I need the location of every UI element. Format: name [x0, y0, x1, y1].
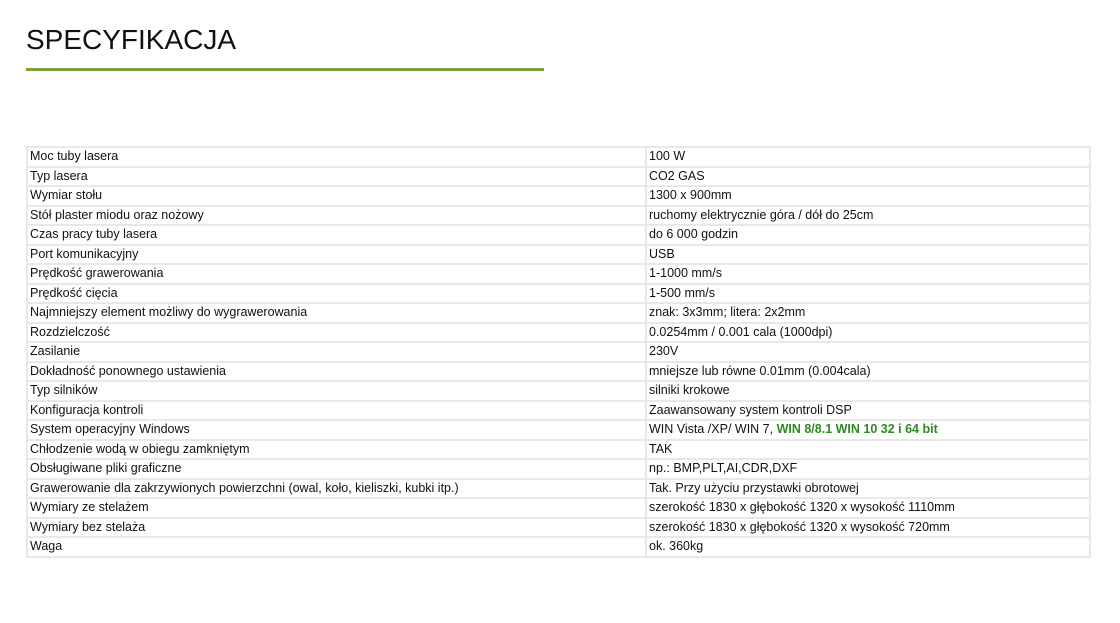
spec-table: Moc tuby lasera 100 W Typ lasera CO2 GAS Wym…	[26, 146, 1091, 558]
spec-label: Dokładność ponownego ustawienia	[26, 360, 647, 382]
spec-value: CO2 GAS	[649, 168, 705, 183]
spec-value-cell: USB	[645, 243, 1091, 265]
spec-value: znak: 3x3mm; litera: 2x2mm	[649, 305, 806, 320]
table-row: Czas pracy tuby lasera do 6 000 godzin	[26, 224, 1091, 246]
spec-value: mniejsze lub równe 0.01mm (0.004cala)	[649, 363, 871, 378]
spec-value-cell: np.: BMP,PLT,AI,CDR,DXF	[645, 458, 1091, 480]
table-row: Typ silników silniki krokowe	[26, 380, 1091, 402]
spec-value-cell: szerokość 1830 x głębokość 1320 x wysoko…	[645, 516, 1091, 538]
table-row: Zasilanie 230V	[26, 341, 1091, 363]
title-underline	[26, 68, 544, 71]
table-row: Typ lasera CO2 GAS	[26, 165, 1091, 187]
spec-label: Typ lasera	[26, 165, 647, 187]
spec-value-cell: szerokość 1830 x głębokość 1320 x wysoko…	[645, 497, 1091, 519]
spec-label: Prędkość cięcia	[26, 282, 647, 304]
table-row: System operacyjny Windows WIN Vista /XP/ …	[26, 419, 1091, 441]
table-row: Dokładność ponownego ustawienia mniejsze …	[26, 360, 1091, 382]
table-row: Obsługiwane pliki graficzne np.: BMP,PLT,…	[26, 458, 1091, 480]
table-row: Konfiguracja kontroli Zaawansowany system…	[26, 399, 1091, 421]
spec-label: Wymiary ze stelażem	[26, 497, 647, 519]
spec-value: 1-500 mm/s	[649, 285, 715, 300]
table-row: Prędkość grawerowania 1-1000 mm/s	[26, 263, 1091, 285]
spec-value-cell: mniejsze lub równe 0.01mm (0.004cala)	[645, 360, 1091, 382]
spec-label: Obsługiwane pliki graficzne	[26, 458, 647, 480]
spec-label: Stół plaster miodu oraz nożowy	[26, 204, 647, 226]
spec-value: do 6 000 godzin	[649, 227, 738, 242]
table-row: Prędkość cięcia 1-500 mm/s	[26, 282, 1091, 304]
spec-label: Chłodzenie wodą w obiegu zamkniętym	[26, 438, 647, 460]
spec-value: ruchomy elektrycznie góra / dół do 25cm	[649, 207, 874, 222]
spec-label: Prędkość grawerowania	[26, 263, 647, 285]
spec-value-cell: 230V	[645, 341, 1091, 363]
spec-label: Rozdzielczość	[26, 321, 647, 343]
spec-value-cell: WIN Vista /XP/ WIN 7, WIN 8/8.1 WIN 10 3…	[645, 419, 1091, 441]
spec-value-cell: silniki krokowe	[645, 380, 1091, 402]
spec-value: 230V	[649, 344, 679, 359]
table-row: Chłodzenie wodą w obiegu zamkniętym TAK	[26, 438, 1091, 460]
spec-value: 1300 x 900mm	[649, 188, 732, 203]
spec-value-cell: ok. 360kg	[645, 536, 1091, 558]
table-row: Najmniejszy element możliwy do wygrawero…	[26, 302, 1091, 324]
spec-value-cell: 1-500 mm/s	[645, 282, 1091, 304]
spec-value: USB	[649, 246, 675, 261]
table-row: Rozdzielczość 0.0254mm / 0.001 cala (1000…	[26, 321, 1091, 343]
spec-label: Grawerowanie dla zakrzywionych powierzch…	[26, 477, 647, 499]
spec-value-cell: znak: 3x3mm; litera: 2x2mm	[645, 302, 1091, 324]
page-title: SPECYFIKACJA	[26, 24, 237, 55]
spec-value-highlight: WIN 8/8.1 WIN 10 32 i 64 bit	[776, 422, 938, 437]
spec-value-cell: 100 W	[645, 146, 1091, 168]
table-row: Port komunikacyjny USB	[26, 243, 1091, 265]
spec-label: Konfiguracja kontroli	[26, 399, 647, 421]
spec-value: np.: BMP,PLT,AI,CDR,DXF	[649, 461, 798, 476]
spec-label: Czas pracy tuby lasera	[26, 224, 647, 246]
table-row: Wymiary ze stelażem szerokość 1830 x głęb…	[26, 497, 1091, 519]
spec-value: Tak. Przy użyciu przystawki obrotowej	[649, 480, 859, 495]
table-row: Wymiar stołu 1300 x 900mm	[26, 185, 1091, 207]
spec-value-cell: 0.0254mm / 0.001 cala (1000dpi)	[645, 321, 1091, 343]
spec-value: Zaawansowany system kontroli DSP	[649, 402, 852, 417]
spec-value: 100 W	[649, 149, 686, 164]
spec-value-cell: 1-1000 mm/s	[645, 263, 1091, 285]
spec-value: ok. 360kg	[649, 539, 704, 554]
spec-label: System operacyjny Windows	[26, 419, 647, 441]
spec-label: Najmniejszy element możliwy do wygrawero…	[26, 302, 647, 324]
table-row: Moc tuby lasera 100 W	[26, 146, 1091, 168]
spec-label: Zasilanie	[26, 341, 647, 363]
spec-label: Moc tuby lasera	[26, 146, 647, 168]
spec-value: WIN Vista /XP/ WIN 7,	[649, 422, 777, 437]
spec-value-cell: ruchomy elektrycznie góra / dół do 25cm	[645, 204, 1091, 226]
spec-label: Port komunikacyjny	[26, 243, 647, 265]
spec-value: 0.0254mm / 0.001 cala (1000dpi)	[649, 324, 833, 339]
spec-label: Wymiary bez stelaża	[26, 516, 647, 538]
spec-value-cell: Zaawansowany system kontroli DSP	[645, 399, 1091, 421]
spec-value-cell: CO2 GAS	[645, 165, 1091, 187]
spec-label: Wymiar stołu	[26, 185, 647, 207]
spec-value-cell: TAK	[645, 438, 1091, 460]
spec-value: TAK	[649, 441, 673, 456]
table-row: Wymiary bez stelaża szerokość 1830 x głęb…	[26, 516, 1091, 538]
spec-value-cell: Tak. Przy użyciu przystawki obrotowej	[645, 477, 1091, 499]
spec-value-cell: 1300 x 900mm	[645, 185, 1091, 207]
spec-value-cell: do 6 000 godzin	[645, 224, 1091, 246]
spec-label: Waga	[26, 536, 647, 558]
spec-label: Typ silników	[26, 380, 647, 402]
spec-value: 1-1000 mm/s	[649, 266, 722, 281]
table-row: Waga ok. 360kg	[26, 536, 1091, 558]
table-row: Grawerowanie dla zakrzywionych powierzch…	[26, 477, 1091, 499]
spec-value: szerokość 1830 x głębokość 1320 x wysoko…	[649, 519, 950, 534]
table-row: Stół plaster miodu oraz nożowy ruchomy el…	[26, 204, 1091, 226]
spec-value: silniki krokowe	[649, 383, 730, 398]
spec-value: szerokość 1830 x głębokość 1320 x wysoko…	[649, 500, 955, 515]
